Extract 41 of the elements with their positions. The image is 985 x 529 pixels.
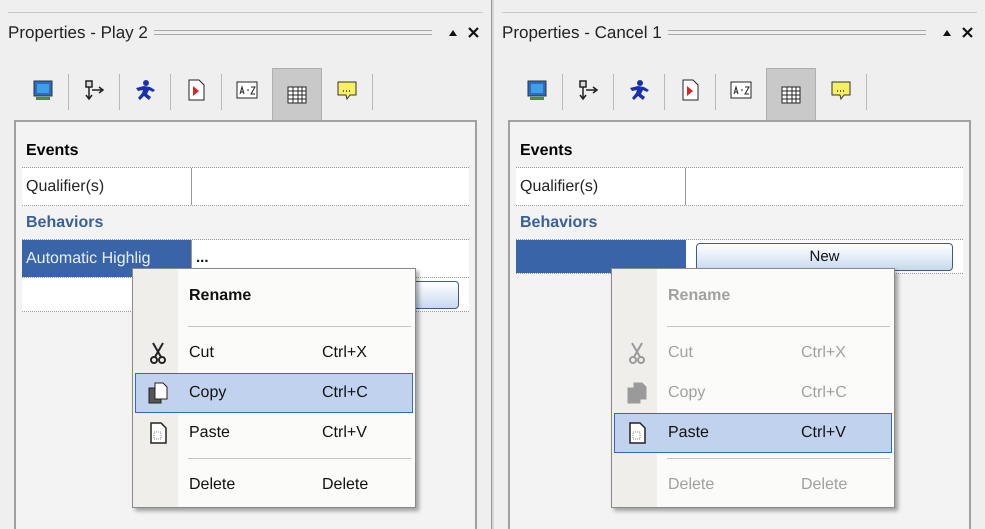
scissors-icon <box>148 341 166 365</box>
paste-page-icon <box>148 421 168 445</box>
document-play-icon <box>186 79 206 101</box>
toolbar-tab[interactable] <box>272 68 322 120</box>
ellipsis-button[interactable]: ... <box>196 247 209 270</box>
speech-note-icon <box>336 79 358 101</box>
sort-az-icon <box>235 79 259 101</box>
copy-pages-icon <box>146 381 168 405</box>
flow-arrows-icon <box>83 79 105 101</box>
panel-title: Properties - Play 2 <box>8 22 148 44</box>
section-header: Events <box>26 140 78 160</box>
menu-item[interactable]: Delete Delete <box>135 465 413 505</box>
new-button[interactable]: New <box>696 242 953 270</box>
menu-item[interactable]: Cut Ctrl+X <box>135 333 413 373</box>
menu-item[interactable]: Paste Ctrl+V <box>614 413 892 453</box>
running-figure-icon <box>627 79 651 101</box>
grid-table-icon <box>286 84 308 106</box>
running-figure-icon <box>133 79 157 101</box>
monitor-icon <box>32 79 54 101</box>
close-icon[interactable] <box>962 27 973 38</box>
menu-item[interactable]: Paste Ctrl+V <box>135 413 413 453</box>
scissors-icon <box>628 341 646 365</box>
section-header: Behaviors <box>520 212 598 232</box>
document-play-icon <box>680 79 700 101</box>
menu-item[interactable]: Copy Ctrl+C <box>135 373 413 413</box>
monitor-icon <box>526 79 548 101</box>
property-name-cell[interactable]: Automatic Highlig <box>22 240 192 277</box>
sort-az-icon <box>729 79 753 101</box>
section-header: Behaviors <box>26 212 104 232</box>
paste-page-icon <box>626 421 646 445</box>
property-name-cell[interactable] <box>516 240 686 273</box>
speech-note-icon <box>830 79 852 101</box>
copy-pages-icon <box>626 381 648 405</box>
toolbar-tab[interactable] <box>766 68 816 120</box>
collapse-icon[interactable] <box>942 28 952 36</box>
section-header: Events <box>520 140 572 160</box>
flow-arrows-icon <box>577 79 599 101</box>
close-icon[interactable] <box>468 27 479 38</box>
collapse-icon[interactable] <box>448 28 458 36</box>
panel-title: Properties - Cancel 1 <box>502 22 662 44</box>
grid-table-icon <box>780 84 802 106</box>
